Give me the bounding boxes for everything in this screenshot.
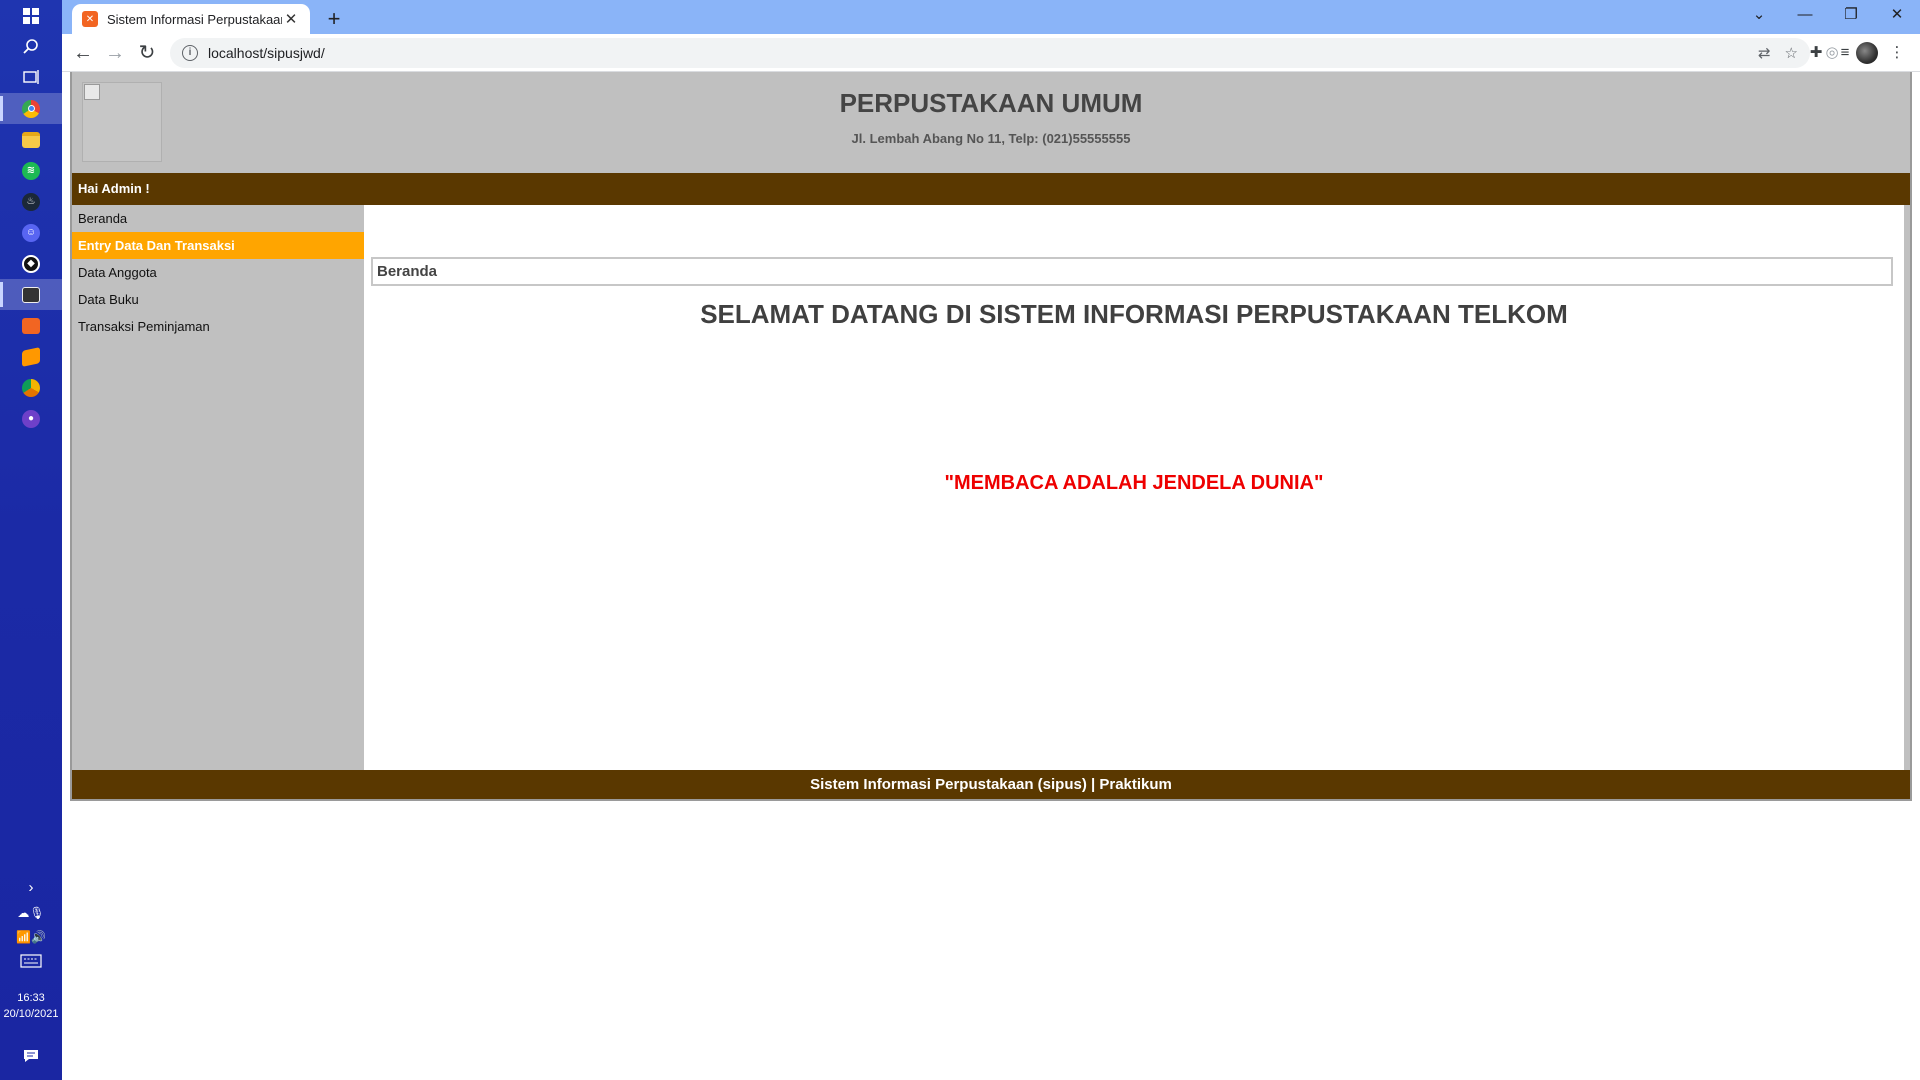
menu-item-data-buku[interactable]: Data Buku	[72, 286, 364, 313]
minimize-button[interactable]: —	[1782, 0, 1828, 30]
spotify-icon[interactable]: ≋	[0, 155, 62, 186]
back-button[interactable]: ←	[68, 38, 98, 68]
site-header: PERPUSTAKAAN UMUM Jl. Lembah Abang No 11…	[72, 72, 1910, 173]
new-tab-button[interactable]: +	[320, 5, 348, 33]
bookmark-star-icon[interactable]: ☆	[1785, 44, 1798, 62]
site-footer: Sistem Informasi Perpustakaan (sipus) | …	[72, 770, 1910, 799]
reading-list-icon[interactable]: ≡	[1832, 40, 1858, 66]
site-address: Jl. Lembah Abang No 11, Telp: (021)55555…	[851, 131, 1131, 146]
clock-time: 16:33	[17, 992, 45, 1004]
file-explorer-icon[interactable]	[0, 124, 62, 155]
tab-search-icon[interactable]: ⌄	[1736, 0, 1782, 30]
touch-keyboard-icon[interactable]	[0, 945, 62, 976]
xampp-favicon-icon: ✕	[82, 11, 98, 27]
tab-strip: ✕ Sistem Informasi Perpustakaan ✕ + ⌄ — …	[62, 0, 1920, 34]
browser-tab[interactable]: ✕ Sistem Informasi Perpustakaan ✕	[72, 4, 310, 34]
steam-icon[interactable]: ♨	[0, 186, 62, 217]
tab-title: Sistem Informasi Perpustakaan	[107, 11, 282, 27]
chrome-icon[interactable]	[0, 93, 62, 124]
main-content: Beranda SELAMAT DATANG DI SISTEM INFORMA…	[364, 205, 1904, 770]
start-icon[interactable]	[0, 0, 62, 31]
clock-date: 20/10/2021	[3, 1008, 59, 1020]
welcome-heading: SELAMAT DATANG DI SISTEM INFORMASI PERPU…	[700, 299, 1568, 329]
vpn-icon[interactable]: ◆	[0, 248, 62, 279]
task-view-icon[interactable]	[0, 61, 62, 92]
clapperboard-icon[interactable]	[0, 279, 62, 310]
breadcrumb: Beranda	[371, 257, 1893, 286]
system-clock[interactable]: 16:33 20/10/2021	[0, 990, 62, 1022]
greeting-text: Hai Admin !	[78, 181, 150, 196]
chrome-canary-icon[interactable]	[0, 372, 62, 403]
reload-button[interactable]: ↻	[132, 38, 162, 68]
menu-item-beranda[interactable]: Beranda	[72, 205, 364, 232]
menu-kebab-icon[interactable]: ⋮	[1884, 40, 1910, 66]
menu-item-data-anggota[interactable]: Data Anggota	[72, 259, 364, 286]
restore-button[interactable]: ❐	[1828, 0, 1874, 30]
content-right-edge	[1904, 205, 1910, 770]
translate-icon[interactable]: ⇄	[1758, 44, 1771, 62]
site-title: PERPUSTAKAAN UMUM	[839, 88, 1143, 118]
url-text: localhost/sipusjwd/	[208, 45, 325, 61]
github-desktop-icon[interactable]: ●	[0, 403, 62, 434]
forward-button[interactable]: →	[100, 38, 130, 68]
xampp-icon[interactable]	[0, 310, 62, 341]
profile-avatar[interactable]	[1856, 42, 1878, 64]
discord-icon[interactable]: ☺	[0, 217, 62, 248]
close-window-button[interactable]: ✕	[1874, 0, 1920, 30]
close-tab-icon[interactable]: ✕	[282, 10, 300, 28]
windows-taskbar: ≋ ♨ ☺ ◆ ● › ☁🎙 📶🔊 16:33 20/10/2021	[0, 0, 62, 1080]
sidebar-menu: Beranda Entry Data Dan Transaksi Data An…	[72, 205, 364, 770]
greeting-bar: Hai Admin !	[72, 173, 1910, 205]
menu-item-entry-data[interactable]: Entry Data Dan Transaksi	[72, 232, 364, 259]
page-viewport: PERPUSTAKAAN UMUM Jl. Lembah Abang No 11…	[62, 72, 1920, 1080]
motto-text: "MEMBACA ADALAH JENDELA DUNIA"	[944, 472, 1324, 494]
site-info-icon[interactable]: i	[182, 45, 198, 61]
extensions-icon[interactable]: ✚	[1803, 40, 1829, 66]
sublime-text-icon[interactable]	[0, 341, 62, 372]
browser-toolbar: ← → ↻ i localhost/sipusjwd/ ⇄ ☆ ◎ ✚ ≡ ⋮	[62, 34, 1920, 72]
address-bar[interactable]: i localhost/sipusjwd/ ⇄ ☆	[170, 38, 1810, 68]
library-site: PERPUSTAKAAN UMUM Jl. Lembah Abang No 11…	[70, 72, 1912, 801]
search-icon[interactable]	[0, 31, 62, 62]
menu-item-transaksi-peminjaman[interactable]: Transaksi Peminjaman	[72, 313, 364, 340]
notification-icon[interactable]	[0, 1040, 62, 1071]
